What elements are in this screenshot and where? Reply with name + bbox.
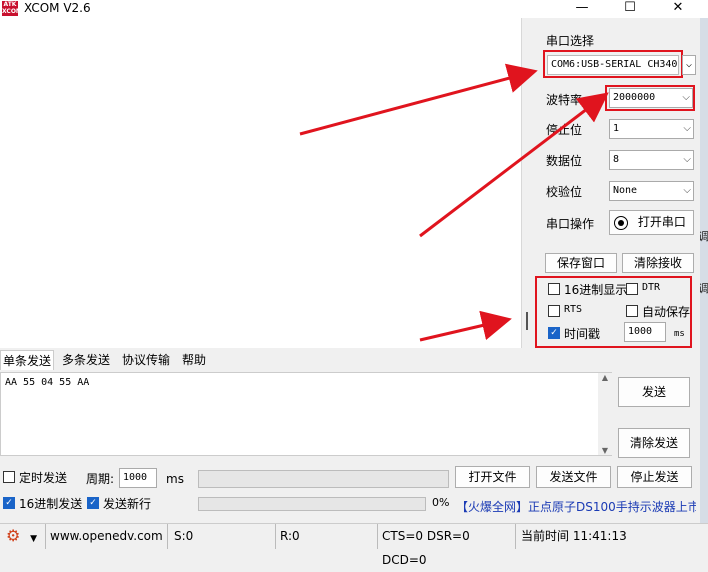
current-time: 当前时间 11:41:13: [521, 529, 627, 543]
send-newline-label: 发送新行: [103, 497, 152, 511]
tab-multi-send[interactable]: 多条发送: [60, 350, 112, 370]
check-icon: ✓: [89, 498, 97, 508]
chevron-down-icon: ▼: [30, 534, 38, 544]
send-progress-bar: [198, 497, 426, 511]
sent-count: S:0: [170, 524, 276, 549]
send-file-button[interactable]: 发送文件: [536, 466, 611, 488]
timed-send-label: 定时发送: [19, 471, 68, 485]
send-tabs: 单条发送 多条发送 协议传输 帮助: [0, 350, 612, 372]
arrow-to-options: [419, 310, 512, 342]
send-button[interactable]: 发送: [618, 377, 690, 407]
gear-icon: ⚙: [6, 526, 21, 545]
send-status-bar: [198, 470, 449, 488]
scroll-up-icon[interactable]: ▲: [598, 373, 612, 382]
send-newline-checkbox[interactable]: ✓: [87, 497, 99, 509]
period-unit-label: ms: [166, 472, 184, 486]
ad-link[interactable]: 【火爆全网】正点原子DS100手持示波器上市: [456, 498, 696, 515]
received-count: R:0: [276, 524, 378, 549]
scroll-down-icon[interactable]: ▼: [598, 446, 612, 455]
arrow-to-baud: [419, 92, 609, 238]
hex-send-checkbox[interactable]: ✓: [3, 497, 15, 509]
tab-single-send[interactable]: 单条发送: [0, 350, 55, 370]
stop-send-button[interactable]: 停止发送: [617, 466, 692, 488]
tab-protocol[interactable]: 协议传输: [120, 350, 172, 370]
hex-send-label: 16进制发送: [19, 497, 83, 511]
check-icon: ✓: [5, 498, 13, 508]
settings-menu[interactable]: ⚙ ▼: [0, 524, 46, 549]
progress-percent: 0%: [432, 496, 450, 509]
status-bar: ⚙ ▼ www.openedv.com S:0 R:0 CTS=0 DSR=0 …: [0, 523, 708, 567]
clear-send-button[interactable]: 清除发送: [618, 428, 690, 458]
period-label: 周期:: [86, 472, 115, 486]
tab-help[interactable]: 帮助: [180, 350, 208, 370]
timed-send-checkbox[interactable]: [3, 471, 15, 483]
send-textarea[interactable]: AA 55 04 55 AA: [0, 372, 612, 456]
arrow-to-port: [299, 63, 538, 136]
website-link[interactable]: www.openedv.com: [46, 524, 168, 549]
modem-signals: CTS=0 DSR=0 DCD=0: [378, 524, 516, 567]
send-scrollbar[interactable]: ▲ ▼: [598, 373, 612, 455]
period-input[interactable]: 1000: [119, 468, 157, 488]
open-file-button[interactable]: 打开文件: [455, 466, 530, 488]
